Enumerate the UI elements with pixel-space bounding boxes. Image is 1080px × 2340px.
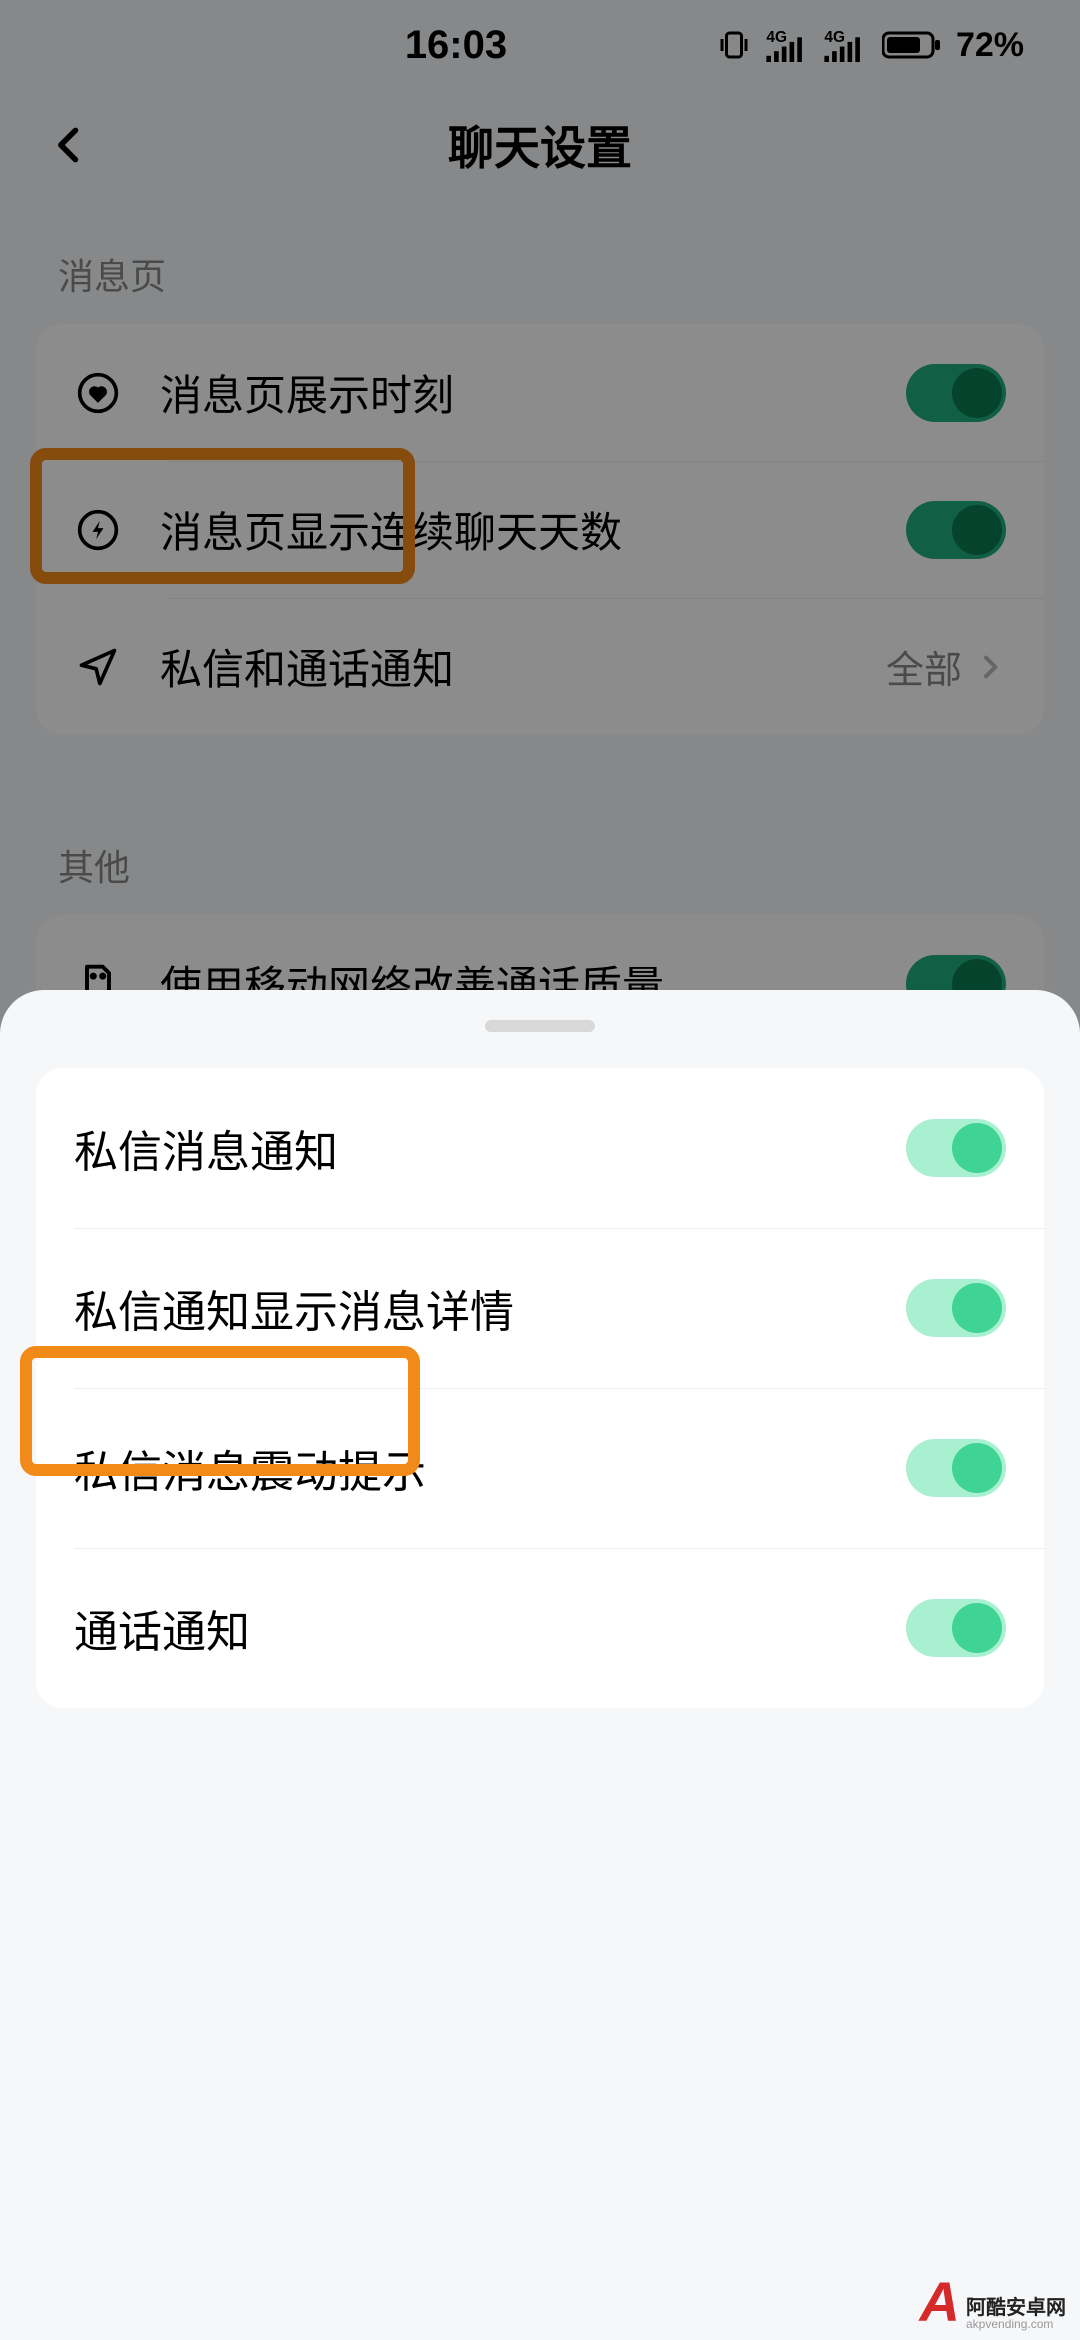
section-header-messages: 消息页	[0, 200, 1080, 324]
sheet-card: 私信消息通知 私信通知显示消息详情 私信消息震动提示 通话通知	[36, 1068, 1044, 1708]
row-label: 私信通知显示消息详情	[74, 1276, 906, 1340]
page-title: 聊天设置	[0, 112, 1080, 178]
svg-text:4G: 4G	[824, 29, 845, 46]
row-dm-detail[interactable]: 私信通知显示消息详情	[36, 1228, 1044, 1388]
status-indicators: 4G 4G 72%	[716, 26, 1024, 65]
section-header-other: 其他	[0, 791, 1080, 915]
toggle-call-notify[interactable]	[906, 1599, 1006, 1657]
toggle-dm-notify[interactable]	[906, 1119, 1006, 1177]
chevron-right-icon	[974, 651, 1006, 683]
paper-plane-icon	[74, 643, 122, 691]
row-label: 通话通知	[74, 1596, 906, 1660]
row-call-notify[interactable]: 通话通知	[36, 1548, 1044, 1708]
vibrate-icon	[716, 27, 752, 63]
row-label: 私信和通话通知	[160, 636, 886, 697]
heart-circle-icon	[74, 369, 122, 417]
watermark-logo-icon: A	[920, 2274, 960, 2330]
status-time: 16:03	[56, 23, 716, 68]
status-bar: 16:03 4G 4G 72%	[0, 0, 1080, 90]
row-dm-notify[interactable]: 私信消息通知	[36, 1068, 1044, 1228]
row-value: 全部	[886, 639, 962, 694]
back-button[interactable]	[40, 115, 100, 175]
signal-4g-1-icon: 4G	[766, 28, 810, 62]
row-label: 私信消息震动提示	[74, 1436, 906, 1500]
watermark-en: akpvending.com	[966, 2318, 1053, 2330]
battery-percent: 72%	[956, 26, 1024, 65]
toggle-show-streak[interactable]	[906, 501, 1006, 559]
signal-4g-2-icon: 4G	[824, 28, 868, 62]
watermark-cn: 阿酷安卓网	[966, 2298, 1066, 2318]
lightning-chat-icon	[74, 506, 122, 554]
row-dm-call-notify[interactable]: 私信和通话通知 全部	[36, 598, 1044, 735]
toggle-dm-vibrate[interactable]	[906, 1439, 1006, 1497]
watermark: A 阿酷安卓网 akpvending.com	[920, 2274, 1066, 2330]
row-show-time[interactable]: 消息页展示时刻	[36, 324, 1044, 461]
chevron-left-icon	[48, 123, 92, 167]
bottom-sheet: 私信消息通知 私信通知显示消息详情 私信消息震动提示 通话通知	[0, 990, 1080, 2340]
row-label: 消息页展示时刻	[160, 362, 906, 423]
row-label: 消息页显示连续聊天天数	[160, 499, 906, 560]
card-messages: 消息页展示时刻 消息页显示连续聊天天数 私信和通话通知 全部	[36, 324, 1044, 735]
nav-header: 聊天设置	[0, 90, 1080, 200]
battery-icon	[882, 30, 942, 60]
svg-text:4G: 4G	[766, 29, 787, 46]
toggle-show-time[interactable]	[906, 364, 1006, 422]
sheet-drag-handle[interactable]	[485, 1020, 595, 1032]
row-dm-vibrate[interactable]: 私信消息震动提示	[36, 1388, 1044, 1548]
toggle-dm-detail[interactable]	[906, 1279, 1006, 1337]
row-show-streak[interactable]: 消息页显示连续聊天天数	[36, 461, 1044, 598]
row-label: 私信消息通知	[74, 1116, 906, 1180]
